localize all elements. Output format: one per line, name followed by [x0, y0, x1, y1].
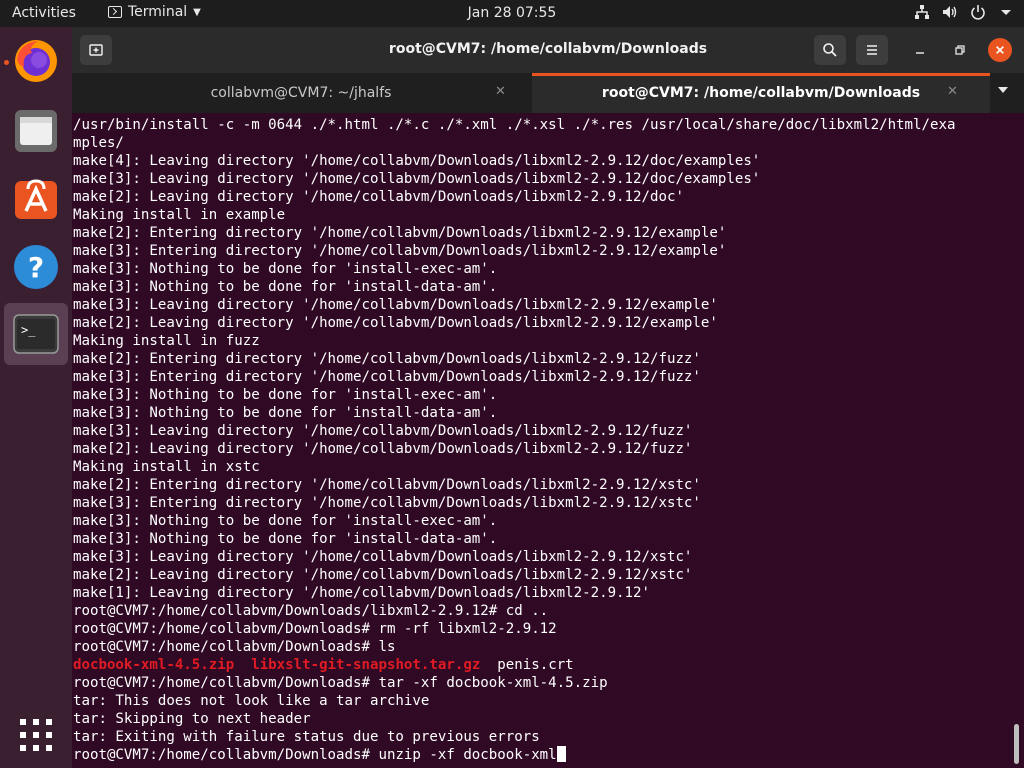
terminal-line: /usr/bin/install -c -m 0644 ./*.html ./*… [73, 117, 956, 133]
terminal-line: make[4]: Leaving directory '/home/collab… [73, 153, 761, 169]
terminal-line: make[3]: Nothing to be done for 'install… [73, 387, 498, 403]
search-button[interactable] [814, 35, 846, 65]
terminal-line: Making install in fuzz [73, 333, 260, 349]
terminal-line: root@CVM7:/home/collabvm/Downloads# ls [73, 639, 396, 655]
tab-bar: collabvm@CVM7: ~/jhalfs ✕ root@CVM7: /ho… [72, 73, 1024, 113]
ls-file-item: penis.crt [497, 657, 574, 673]
terminal-line: make[2]: Entering directory '/home/colla… [73, 225, 727, 241]
terminal-line: tar: Exiting with failure status due to … [73, 729, 540, 745]
terminal-line: make[3]: Nothing to be done for 'install… [73, 261, 498, 277]
terminal-line: make[3]: Entering directory '/home/colla… [73, 369, 701, 385]
close-tab-icon[interactable]: ✕ [495, 84, 506, 99]
app-menu[interactable]: Terminal ▼ [108, 4, 201, 20]
ls-archive-item: docbook-xml-4.5.zip [73, 657, 235, 673]
maximize-button[interactable] [948, 38, 972, 62]
svg-text:?: ? [28, 251, 44, 284]
terminal-line: make[1]: Leaving directory '/home/collab… [73, 585, 650, 601]
terminal-line: make[3]: Entering directory '/home/colla… [73, 495, 701, 511]
tab-list-dropdown-icon[interactable] [998, 87, 1008, 93]
terminal-line: make[3]: Nothing to be done for 'install… [73, 405, 498, 421]
dock: ? >_ [0, 27, 72, 768]
terminal-line: root@CVM7:/home/collabvm/Downloads# tar … [73, 675, 608, 691]
terminal-line: make[2]: Leaving directory '/home/collab… [73, 441, 693, 457]
tab-downloads[interactable]: root@CVM7: /home/collabvm/Downloads ✕ [532, 73, 990, 113]
command-input[interactable]: unzip -xf docbook-xml [378, 747, 556, 763]
files-icon[interactable] [12, 107, 60, 155]
power-icon [971, 5, 985, 20]
hamburger-icon [867, 45, 877, 55]
restore-icon [955, 45, 965, 55]
prompt-line[interactable]: root@CVM7:/home/collabvm/Downloads# unzi… [73, 746, 1012, 764]
terminal-line: make[2]: Leaving directory '/home/collab… [73, 189, 684, 205]
terminal-line: Making install in example [73, 207, 286, 223]
search-icon [823, 43, 837, 57]
text-cursor [556, 746, 566, 762]
terminal-line: make[3]: Leaving directory '/home/collab… [73, 549, 693, 565]
terminal-dock-highlight[interactable]: >_ [4, 303, 68, 365]
close-tab-icon[interactable]: ✕ [947, 84, 958, 99]
activities-button[interactable]: Activities [12, 5, 76, 21]
terminal-icon[interactable]: >_ [12, 310, 60, 358]
terminal-line: Making install in xstc [73, 459, 260, 475]
terminal-line: make[3]: Nothing to be done for 'install… [73, 531, 498, 547]
terminal-line: make[3]: Nothing to be done for 'install… [73, 513, 498, 529]
terminal-line: tar: Skipping to next header [73, 711, 311, 727]
chevron-down-icon [1001, 10, 1011, 15]
running-indicator [4, 60, 9, 65]
terminal-line: make[3]: Leaving directory '/home/collab… [73, 171, 761, 187]
minimize-icon [916, 52, 924, 54]
menu-button[interactable] [856, 35, 888, 65]
close-icon [996, 46, 1004, 54]
app-name: Terminal [128, 4, 188, 20]
terminal-output[interactable]: /usr/bin/install -c -m 0644 ./*.html ./*… [72, 116, 1012, 768]
help-icon[interactable]: ? [12, 243, 60, 291]
terminal-window: root@CVM7: /home/collabvm/Downloads coll… [72, 27, 1024, 768]
terminal-scrollbar[interactable] [1014, 724, 1019, 764]
terminal-line: make[2]: Entering directory '/home/colla… [73, 351, 701, 367]
terminal-line: make[3]: Leaving directory '/home/collab… [73, 297, 718, 313]
volume-icon [943, 6, 957, 18]
svg-text:>_: >_ [21, 323, 36, 337]
close-button[interactable] [988, 38, 1012, 62]
shell-prompt: root@CVM7:/home/collabvm/Downloads# [73, 747, 379, 763]
caret-down-icon: ▼ [193, 6, 201, 18]
terminal-line: make[2]: Entering directory '/home/colla… [73, 477, 701, 493]
tab-jhalfs[interactable]: collabvm@CVM7: ~/jhalfs ✕ [72, 73, 530, 113]
ls-output-line: docbook-xml-4.5.zip libxslt-git-snapshot… [73, 656, 1012, 674]
terminal-line: make[2]: Leaving directory '/home/collab… [73, 567, 693, 583]
tab-label: collabvm@CVM7: ~/jhalfs [210, 85, 392, 101]
terminal-line: make[3]: Leaving directory '/home/collab… [73, 423, 693, 439]
terminal-line: root@CVM7:/home/collabvm/Downloads# rm -… [73, 621, 557, 637]
network-icon [915, 5, 929, 19]
clock[interactable]: Jan 28 07:55 [468, 5, 557, 21]
terminal-line: mples/ [73, 135, 124, 151]
terminal-line: tar: This does not look like a tar archi… [73, 693, 430, 709]
minimize-button[interactable] [908, 38, 932, 62]
tab-label: root@CVM7: /home/collabvm/Downloads [601, 85, 921, 101]
terminal-line: make[3]: Entering directory '/home/colla… [73, 243, 727, 259]
terminal-line: make[3]: Nothing to be done for 'install… [73, 279, 498, 295]
system-tray[interactable] [914, 4, 1014, 20]
terminal-small-icon [108, 6, 122, 18]
terminal-line: root@CVM7:/home/collabvm/Downloads/libxm… [73, 603, 549, 619]
show-apps-icon[interactable] [18, 717, 54, 753]
top-bar: Activities Terminal ▼ Jan 28 07:55 [0, 0, 1024, 27]
firefox-icon[interactable] [12, 37, 60, 85]
header-bar: root@CVM7: /home/collabvm/Downloads [72, 27, 1024, 73]
terminal-line: make[2]: Leaving directory '/home/collab… [73, 315, 718, 331]
ls-archive-item: libxslt-git-snapshot.tar.gz [251, 657, 481, 673]
software-icon[interactable] [12, 175, 60, 223]
